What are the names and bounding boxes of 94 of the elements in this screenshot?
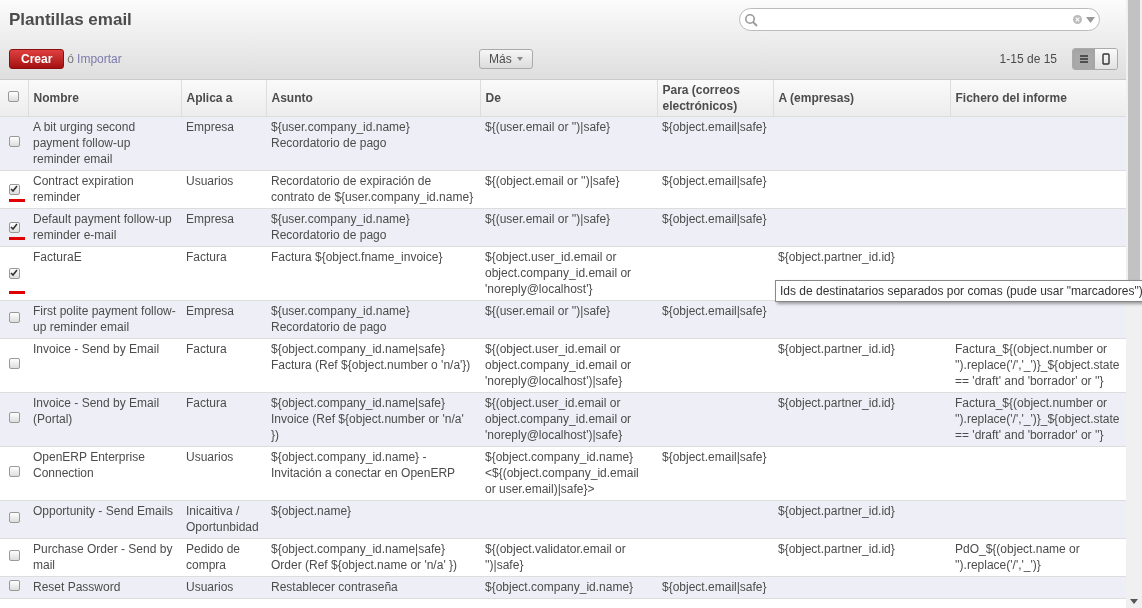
table-cell: ${object.email|safe} [662,303,767,318]
table-cell: Factura [186,249,227,264]
checkbox[interactable] [8,90,20,102]
table-cell: Usuarios [186,173,234,188]
table-cell: Opportunity - Send Emails [33,503,174,518]
table-cell: ${object.partner_id.id} [778,503,895,518]
underline-mark [9,236,25,240]
search-icon [744,12,758,27]
more-button[interactable]: Más [479,48,533,69]
caret-icon[interactable] [1086,16,1095,23]
table-cell: ${user.company_id.name} Recordatorio de pago [271,211,410,242]
page-title: Plantillas email [9,9,132,31]
table-cell: Factura ${object.fname_invoice} [271,249,443,264]
table-cell: A bit urging second payment follow-up reminder email [33,119,136,166]
table-cell: Default payment follow-up reminder e-mail [33,211,172,242]
table-cell: ${(user.email or '')|safe} [485,303,611,318]
pager-label: 1-15 de 15 [999,50,1057,68]
table-cell: ${(user.email or '')|safe} [485,211,611,226]
create-button[interactable]: Crear [9,48,65,69]
tooltip: Ids de destinatarios separados por comas (pude usar "marcadores") [775,280,1142,302]
scroll-down-icon[interactable] [1130,599,1138,604]
table-cell: ${(object.validator.email or '')|safe} [485,541,626,572]
checkbox[interactable] [8,136,20,147]
underline-mark [9,198,25,202]
table-cell: ${object.name} [271,503,352,518]
form-view-button[interactable] [1095,48,1117,69]
search-field[interactable] [739,8,1100,32]
checkbox[interactable] [8,312,20,323]
list-view-button[interactable] [1073,48,1095,69]
table-cell: ${object.partner_id.id} [778,395,895,410]
column-header[interactable]: Aplica a [181,79,266,116]
or-label: ó [67,50,75,68]
table-cell: Empresa [186,303,235,318]
table-cell: Invoice - Send by Email [33,341,160,356]
column-header[interactable]: Nombre [28,79,181,116]
table-cell: ${object.partner_id.id} [778,541,895,556]
clear-icon[interactable] [1073,15,1082,25]
column-header[interactable]: A (empresas) [773,79,950,116]
table-cell: ${user.company_id.name} Recordatorio de pago [271,119,410,150]
column-header[interactable]: Asunto [266,79,480,116]
checkbox[interactable] [8,550,20,561]
table-cell: ${(object.user_id.email or object.company_id.email or 'noreply@localhost')|safe} [485,341,632,388]
checkbox[interactable] [8,412,20,423]
table-cell: ${object.email|safe} [662,211,767,226]
table-cell: ${object.company_id.name} <${(object.company_id.email or user.email)|safe}> [485,449,639,496]
table-cell: ${object.email|safe} [662,579,767,594]
table-cell: ${user.company_id.name} Recordatorio de pago [271,303,410,334]
checkbox[interactable] [8,466,20,477]
table-cell: ${object.email|safe} [662,173,767,188]
table-cell: Factura [186,341,227,356]
table-cell: ${object.company_id.name|safe} Factura (Ref ${object.number o 'n/a'}) [271,341,471,372]
table-cell: Reset Password [33,579,121,594]
table-cell: PdO_${(object.name or '').replace('/','_')} [955,541,1080,572]
table-cell: Contract expiration reminder [33,173,134,204]
table-cell: ${object.email|safe} [662,119,767,134]
checkbox[interactable] [8,221,20,233]
column-header[interactable]: De [480,79,657,116]
checkbox[interactable] [8,183,20,195]
caret-icon [516,56,523,61]
table-cell: Purchase Order - Send by mail [33,541,173,572]
checkbox[interactable] [8,358,20,369]
table-cell: Usuarios [186,449,234,464]
table-cell: Invoice - Send by Email (Portal) [33,395,160,426]
table-cell: First polite payment follow-up reminder email [33,303,176,334]
table-cell: ${object.email|safe} [662,449,767,464]
table-cell: ${object.partner_id.id} [778,341,895,356]
underline-mark [9,290,25,294]
table-cell: OpenERP Enterprise Connection [33,449,145,480]
table-cell: Factura_${(object.number or '').replace('/','_')}_${object.state == 'draft' and 'borrador' or ''} [955,395,1120,442]
column-header[interactable]: Para (correos electrónicos) [657,79,773,116]
table-cell: ${object.company_id.name|safe} Order (Ref ${object.name or 'n/a' }) [271,541,457,572]
table-cell: Empresa [186,211,235,226]
table-cell: Usuarios [186,579,234,594]
table-cell: Inicaitiva / Oportunbidad [186,503,259,534]
table-cell: Empresa [186,119,235,134]
table-cell: ${object.company_id.name} - Invitación a conectar en OpenERP [271,449,456,480]
table-cell: ${object.user_id.email or object.company_id.email or 'noreply@localhost'} [485,249,632,296]
form-icon [1100,52,1112,65]
table-cell: ${object.partner_id.id} [778,249,895,264]
checkbox[interactable] [8,267,20,279]
table-cell: Pedido de compra [186,541,241,572]
table-cell: FacturaE [33,249,82,264]
table-cell: ${object.company_id.name} [485,579,634,594]
checkbox[interactable] [8,512,20,523]
table-cell: Factura [186,395,227,410]
table-cell: ${object.company_id.name|safe} Invoice (Ref ${object.number or 'n/a' }) [271,395,464,442]
table-cell: ${(object.user_id.email or object.company_id.email or 'noreply@localhost')|safe} [485,395,632,442]
list-icon [1078,52,1090,65]
table-cell: ${(user.email or '')|safe} [485,119,611,134]
table-cell: Restablecer contraseña [271,579,398,594]
checkbox[interactable] [8,580,20,591]
table-cell: Recordatorio de expiración de contrato de ${user.company_id.name} [271,173,474,204]
table-cell: Factura_${(object.number or '').replace('/','_')}_${object.state == 'draft' and 'borrador' or ''} [955,341,1120,388]
table-cell: ${(object.email or '')|safe} [485,173,620,188]
